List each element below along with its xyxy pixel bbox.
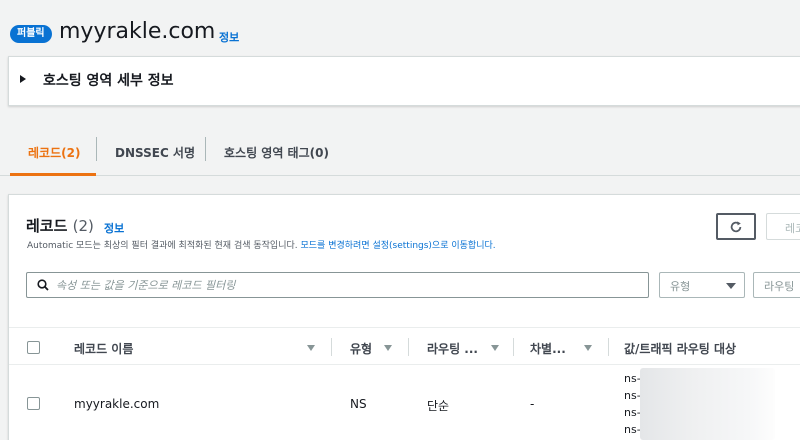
description-text: Automatic 모드는 최상의 필터 결과에 최적화된 현재 검색 동작입니… — [27, 241, 298, 251]
routing-filter-select[interactable]: 라우팅 — [753, 272, 800, 298]
column-header-type[interactable]: 유형 — [350, 340, 372, 357]
records-heading: 레코드 (2) — [26, 215, 94, 236]
chevron-down-icon — [726, 283, 736, 289]
column-divider — [513, 338, 514, 356]
sort-icon[interactable] — [584, 345, 592, 351]
column-header-differentiator[interactable]: 차별... — [530, 340, 566, 357]
record-action-button[interactable]: 레코 — [766, 213, 800, 240]
refresh-icon — [730, 220, 742, 232]
record-name-cell[interactable]: myyrakle.com — [74, 397, 159, 411]
record-type-cell: NS — [350, 397, 367, 411]
records-heading-label: 레코드 — [26, 217, 68, 235]
column-header-value[interactable]: 값/트래픽 라우팅 대상 — [624, 340, 736, 357]
records-description: Automatic 모드는 최상의 필터 결과에 최적화된 현재 검색 동작입니… — [27, 238, 496, 251]
caret-right-icon[interactable] — [20, 75, 26, 83]
record-value-line: ns- — [624, 389, 641, 402]
search-input[interactable] — [56, 274, 636, 296]
column-header-record-name[interactable]: 레코드 이름 — [74, 340, 133, 357]
column-header-routing[interactable]: 라우팅 ... — [427, 340, 478, 357]
redacted-value-area — [640, 368, 775, 440]
column-divider — [331, 338, 332, 356]
record-value-line: ns- — [624, 406, 641, 419]
select-all-checkbox[interactable] — [27, 341, 40, 354]
routing-filter-label: 라우팅 — [764, 280, 795, 293]
sort-icon[interactable] — [491, 345, 499, 351]
table-header-top-border — [9, 327, 800, 328]
table-header-bottom-border — [9, 364, 800, 365]
tab-divider — [205, 137, 206, 161]
search-icon — [37, 279, 49, 291]
column-divider — [408, 338, 409, 356]
tab-divider — [96, 137, 97, 161]
settings-link[interactable]: 모드를 변경하려면 설정(settings)으로 이동합니다. — [301, 241, 496, 251]
tabs-baseline — [0, 175, 800, 176]
records-count: (2) — [72, 217, 94, 235]
record-value-line: ns- — [624, 423, 641, 436]
tab-dnssec[interactable]: DNSSEC 서명 — [115, 144, 195, 161]
record-routing-cell: 단순 — [427, 399, 450, 413]
title-info-link[interactable]: 정보 — [219, 29, 239, 45]
active-tab-indicator — [10, 173, 96, 176]
row-checkbox[interactable] — [27, 397, 40, 410]
tab-records[interactable]: 레코드(2) — [28, 144, 80, 161]
column-divider — [608, 338, 609, 356]
records-info-link[interactable]: 정보 — [104, 220, 124, 236]
type-filter-select[interactable]: 유형 — [659, 272, 745, 298]
public-badge: 퍼블릭 — [10, 25, 52, 43]
sort-icon[interactable] — [384, 345, 392, 351]
hosted-zone-details-label[interactable]: 호스팅 영역 세부 정보 — [43, 70, 174, 90]
record-value-line: ns- — [624, 372, 641, 385]
type-filter-label: 유형 — [670, 280, 691, 293]
record-differentiator-cell: - — [530, 397, 535, 411]
tab-hosted-zone-tags[interactable]: 호스팅 영역 태그(0) — [224, 144, 329, 161]
page-title: myyrakle.com — [59, 19, 216, 44]
sort-icon[interactable] — [307, 345, 315, 351]
refresh-button[interactable] — [716, 213, 756, 240]
